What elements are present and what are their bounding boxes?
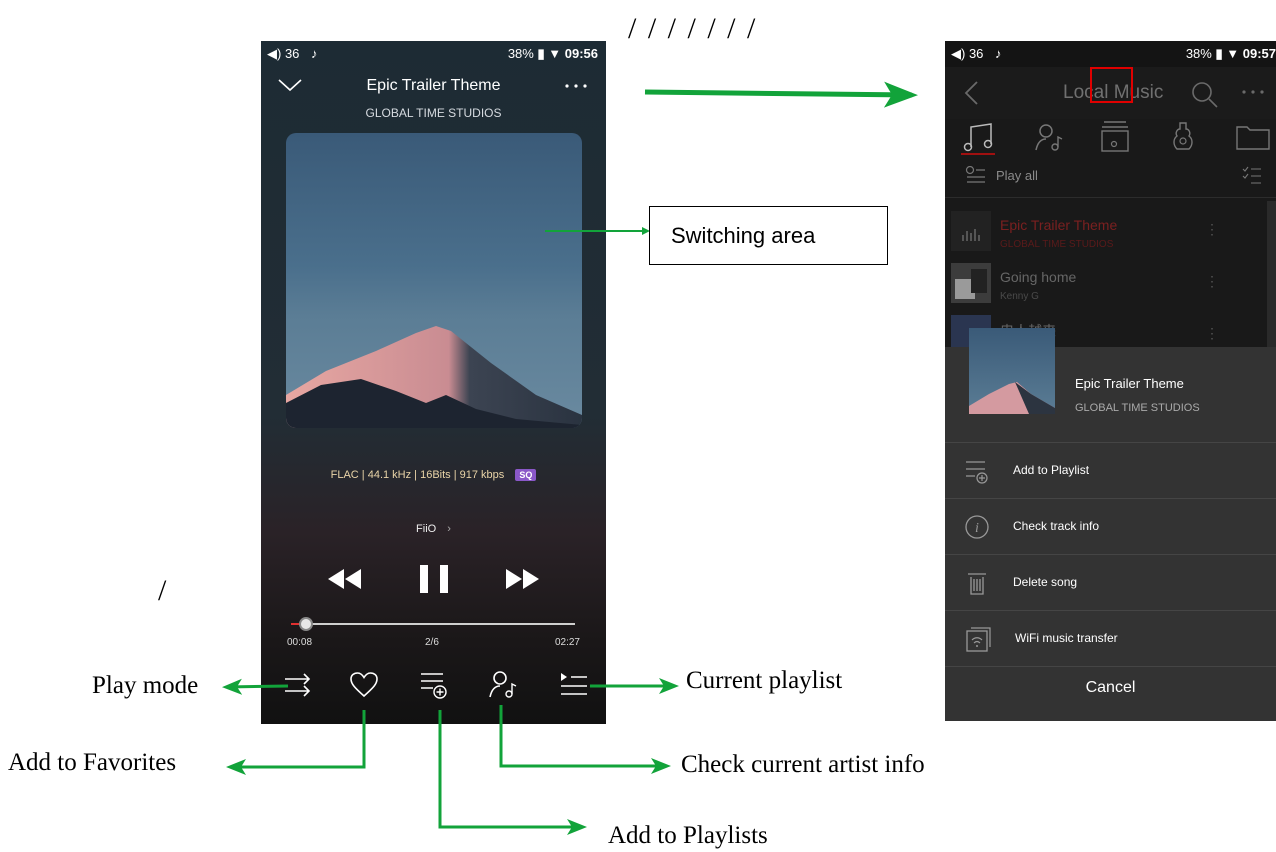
svg-text:i: i [975,521,979,536]
add-to-playlist-label: Add to Playlist [1013,463,1090,477]
transition-arrow [644,81,918,108]
wifi-transfer-icon [966,627,991,652]
sheet-album-art [969,328,1055,414]
tab-folders-icon[interactable] [1235,121,1271,151]
check-track-info-label: Check track info [1013,519,1100,533]
track-more-icon[interactable]: ⋮ [1205,221,1219,238]
local-music-screen: ◀) 36 ♪ 38% ▮ ▼ 09:57 Local Music Play a… [945,41,1276,721]
battery-icon: ▮ [1215,46,1223,61]
play-mode-arrow [222,678,289,695]
check-artist-label: Check current artist info [681,751,925,778]
more-options-icon[interactable] [1241,89,1267,95]
tab-albums-icon[interactable] [1099,119,1131,153]
back-arrow-icon[interactable] [963,79,981,107]
play-mode-label: Play mode [92,672,199,699]
battery-level: 38% [1185,46,1212,61]
tab-artists-icon[interactable] [1033,121,1065,153]
track-row[interactable]: Going home Kenny G ⋮ [945,259,1276,307]
track-thumbnail [951,263,991,303]
note-icon: ♪ [995,46,1002,61]
alphabet-index[interactable] [1267,201,1276,347]
track-more-icon[interactable]: ⋮ [1205,273,1219,290]
track-artist: GLOBAL TIME STUDIOS [1000,239,1114,250]
add-to-favorites-label: Add to Favorites [8,749,177,776]
track-row[interactable]: Epic Trailer Theme GLOBAL TIME STUDIOS ⋮ [945,207,1276,255]
sheet-song-artist: GLOBAL TIME STUDIOS [1075,402,1200,414]
status-bar: ◀) 36 ♪ 38% ▮ ▼ 09:57 [945,41,1276,67]
add-to-playlists-arrow [438,710,587,835]
tab-songs-icon[interactable] [963,121,995,153]
multi-select-icon[interactable] [1241,166,1263,186]
track-more-icon[interactable]: ⋮ [1205,325,1219,342]
current-playlist-label: Current playlist [686,667,843,694]
divider [945,666,1276,667]
play-all-icon [965,166,985,183]
volume-icon: ◀) [951,46,966,61]
track-title: Epic Trailer Theme [1000,217,1118,233]
add-to-playlist-option[interactable]: Add to Playlist [945,442,1276,498]
add-to-playlists-label: Add to Playlists [608,822,768,849]
tab-genres-icon[interactable] [1167,119,1199,153]
wifi-icon: ▼ [1226,46,1240,61]
cancel-button[interactable]: Cancel [945,679,1276,697]
check-track-info-option[interactable]: i Check track info [945,498,1276,554]
info-icon: i [965,515,989,539]
slash-mark-left: / [158,574,167,607]
favorites-arrow [226,710,366,775]
highlight-box [1090,67,1133,103]
divider [945,197,1276,198]
play-all-button[interactable]: Play all [996,168,1038,183]
track-artist: Kenny G [1000,291,1039,302]
trash-icon [968,573,986,595]
artist-info-arrow [499,705,671,774]
slash-marks: / / / / / / / [628,12,758,45]
track-title: Going home [1000,269,1077,285]
sheet-song-title: Epic Trailer Theme [1075,376,1184,391]
wifi-transfer-label: WiFi music transfer [1015,631,1118,645]
delete-song-option[interactable]: Delete song [945,554,1276,610]
volume-level: 36 [968,46,984,61]
active-tab-indicator [961,153,995,155]
switching-area-callout: Switching area [649,206,888,265]
delete-song-label: Delete song [1013,575,1078,589]
search-icon[interactable] [1191,81,1219,109]
track-thumbnail [951,211,991,251]
wifi-transfer-option[interactable]: WiFi music transfer [945,610,1276,666]
add-to-playlist-icon [966,461,988,484]
clock: 09:57 [1242,46,1276,61]
